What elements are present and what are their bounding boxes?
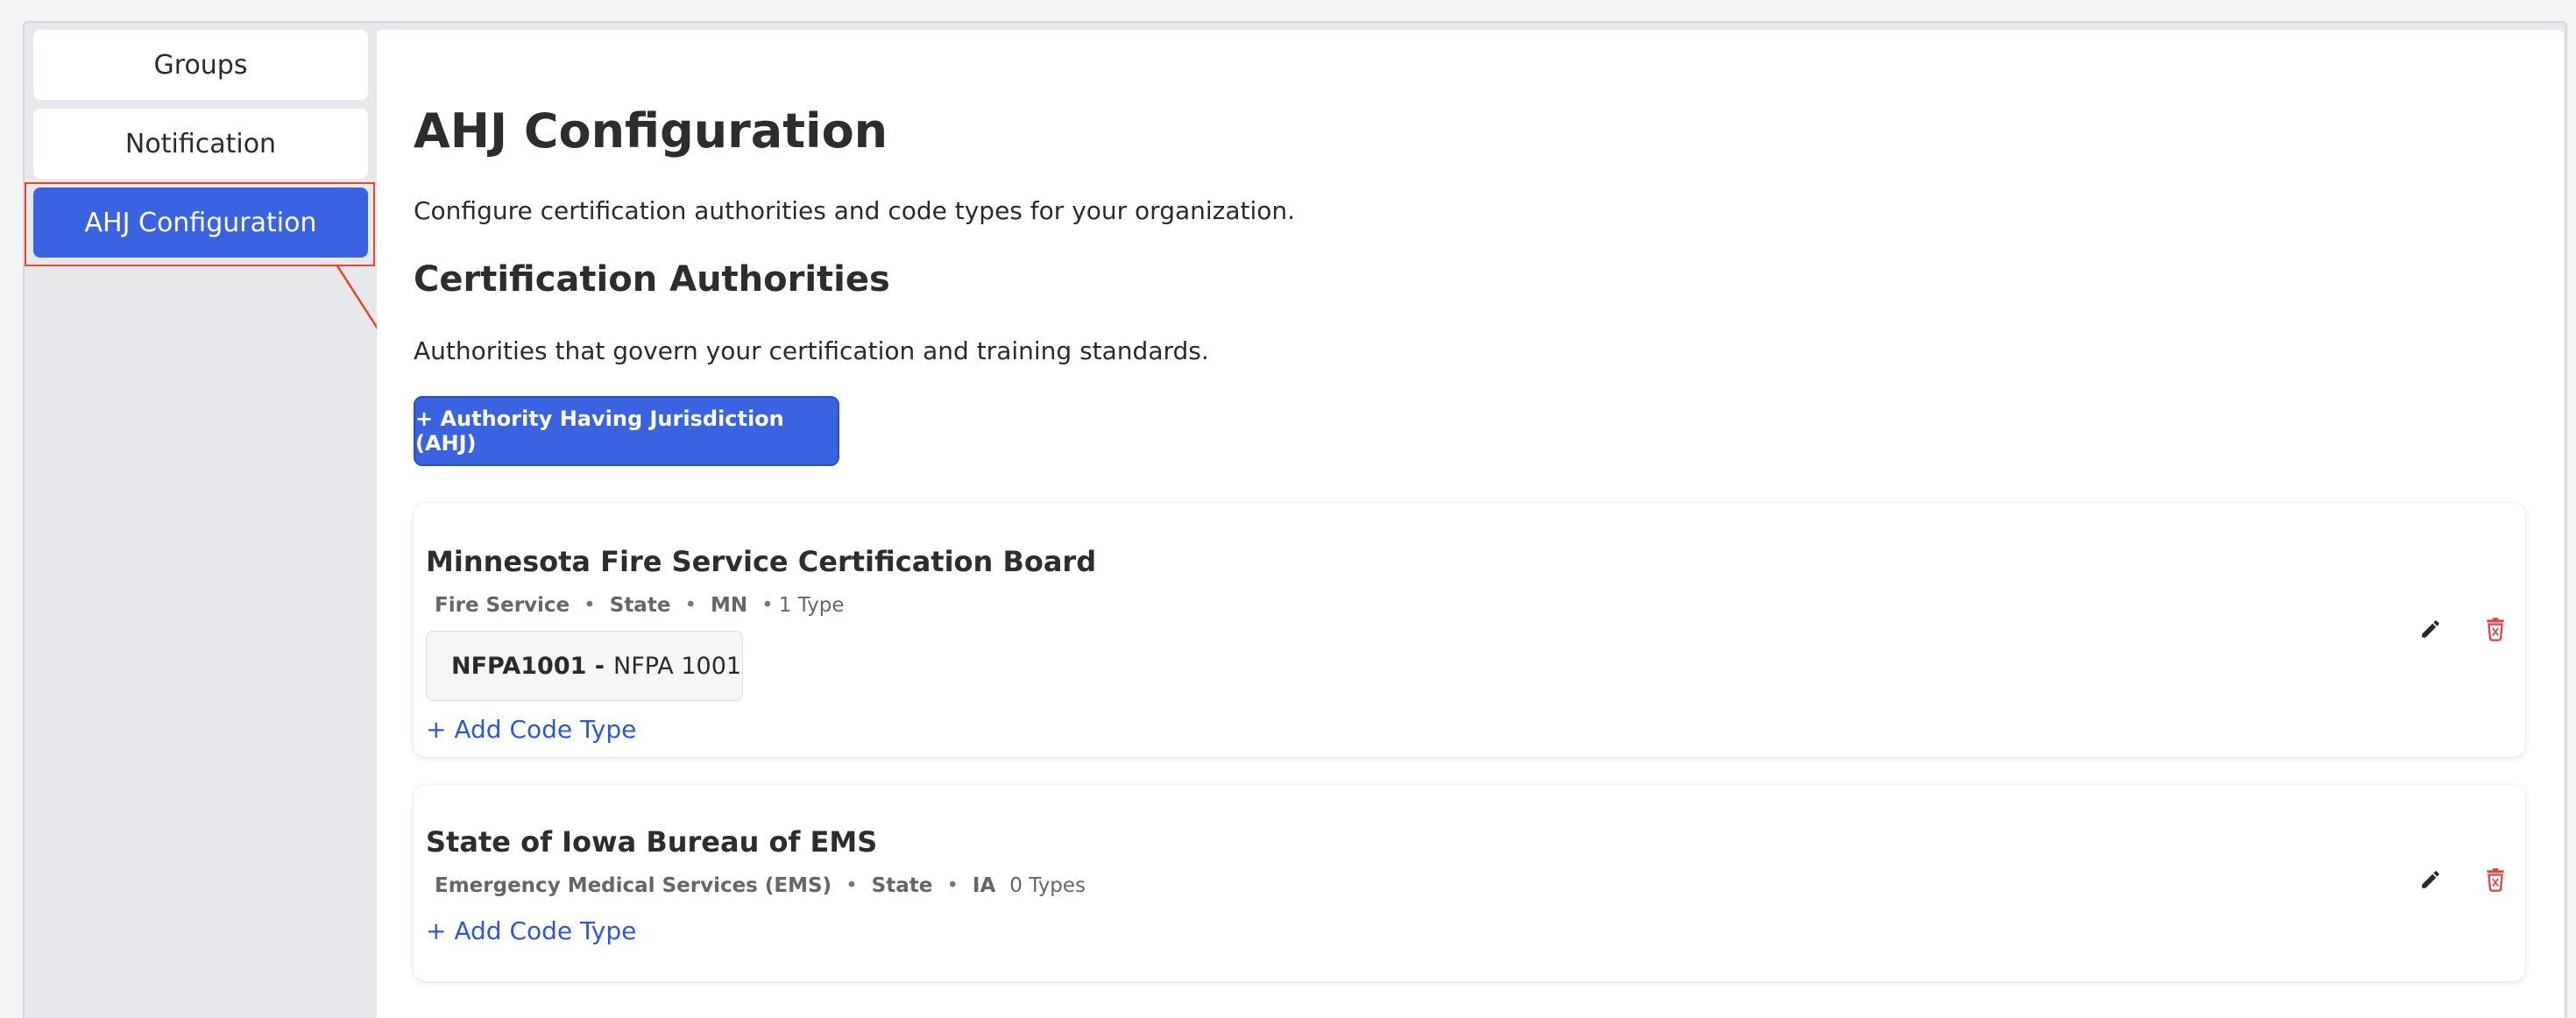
page-description: Configure certification authorities and …: [414, 196, 1296, 225]
add-ahj-button-label: + Authority Having Jurisdiction (AHJ): [415, 406, 784, 456]
authority-type-count: 0 Types: [1009, 874, 1086, 897]
sidebar-item-ahj-configuration[interactable]: AHJ Configuration: [33, 187, 368, 258]
section-description: Authorities that govern your certificati…: [414, 336, 1209, 365]
authority-meta: Emergency Medical Services (EMS) • State…: [435, 874, 1086, 897]
main-panel: AHJ Configuration Configure certificatio…: [377, 30, 2564, 1018]
trash-icon[interactable]: [2478, 862, 2513, 897]
authority-card: Minnesota Fire Service Certification Boa…: [414, 503, 2525, 757]
page-title: AHJ Configuration: [414, 103, 888, 159]
section-title: Certification Authorities: [414, 259, 890, 300]
authority-card: State of Iowa Bureau of EMS Emergency Me…: [414, 785, 2525, 981]
sidebar-item-label: Notification: [124, 128, 277, 159]
add-ahj-button[interactable]: + Authority Having Jurisdiction (AHJ): [414, 396, 839, 466]
add-code-type-link[interactable]: + Add Code Type: [426, 715, 636, 744]
meta-separator: •: [684, 594, 697, 617]
sidebar: Groups Notification AHJ Configuration: [33, 30, 370, 1018]
meta-separator: •: [584, 594, 596, 617]
pencil-icon[interactable]: [2413, 612, 2448, 647]
authority-name: State of Iowa Bureau of EMS: [426, 825, 878, 859]
code-type-name: NFPA 1001: [613, 652, 742, 680]
meta-separator: •: [946, 874, 959, 897]
authority-state: MN: [711, 594, 748, 617]
sidebar-item-groups[interactable]: Groups: [33, 30, 368, 100]
authority-type-count: 1 Type: [778, 594, 845, 617]
sidebar-item-notification[interactable]: Notification: [33, 109, 368, 179]
authority-name: Minnesota Fire Service Certification Boa…: [426, 545, 1097, 578]
meta-separator: •: [761, 594, 774, 617]
sidebar-item-label: Groups: [153, 49, 248, 81]
code-type-code: NFPA1001 -: [451, 652, 605, 680]
authority-discipline: Emergency Medical Services (EMS): [435, 874, 832, 897]
authority-level: State: [609, 594, 671, 617]
add-code-type-link[interactable]: + Add Code Type: [426, 916, 636, 945]
authority-discipline: Fire Service: [435, 594, 570, 617]
trash-icon[interactable]: [2478, 612, 2513, 647]
code-type-chip[interactable]: NFPA1001 - NFPA 1001: [426, 631, 743, 701]
meta-separator: •: [846, 874, 858, 897]
authority-level: State: [871, 874, 933, 897]
sidebar-item-label: AHJ Configuration: [84, 207, 317, 238]
pencil-icon[interactable]: [2413, 862, 2448, 897]
authority-state: IA: [972, 874, 996, 897]
authority-meta: Fire Service • State • MN • 1 Type: [435, 594, 845, 617]
